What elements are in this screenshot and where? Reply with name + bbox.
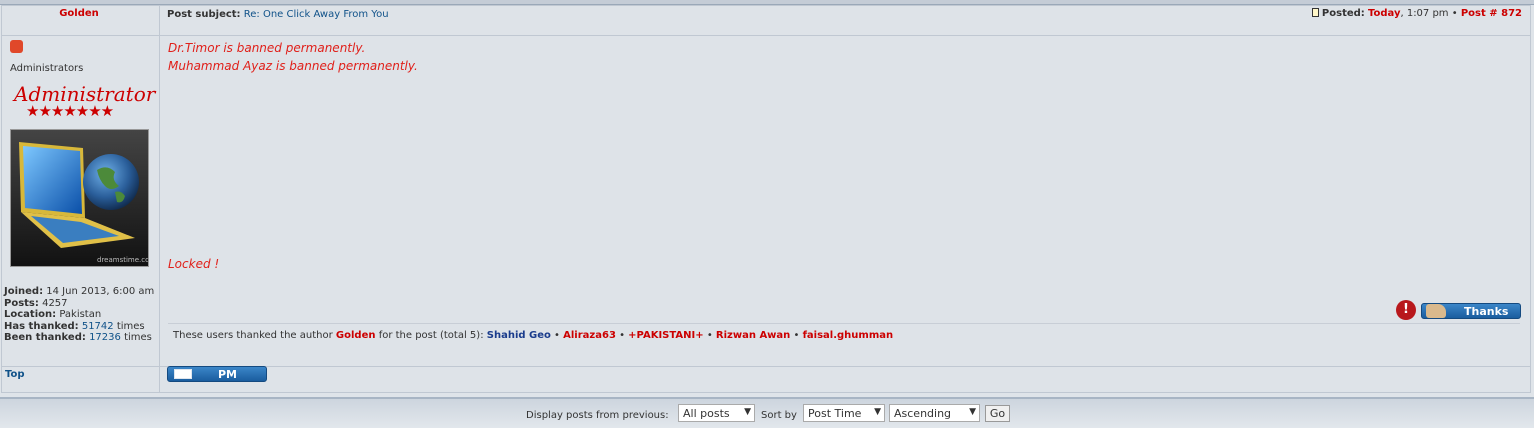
post-content-line: Dr.Timor is banned permanently. bbox=[168, 41, 366, 55]
been-thanked-link[interactable]: 17236 bbox=[89, 332, 121, 343]
posted-time: , 1:07 pm bbox=[1400, 8, 1449, 19]
report-post-icon[interactable]: ! bbox=[1396, 300, 1416, 320]
post-subject: Post subject: Re: One Click Away From Yo… bbox=[167, 9, 389, 20]
posts-row: Posts: 4257 bbox=[4, 297, 68, 309]
thanks-divider bbox=[168, 323, 1520, 324]
go-button[interactable]: Go bbox=[985, 405, 1010, 422]
post-author-name[interactable]: Golden bbox=[0, 8, 158, 19]
avatar-laptop-globe-image: dreamstime.com bbox=[11, 130, 149, 266]
profile-details: Joined: 14 Jun 2013, 6:00 am Posts: 4257… bbox=[4, 286, 159, 344]
thanker-link[interactable]: faisal.ghumman bbox=[803, 330, 894, 341]
envelope-icon bbox=[174, 369, 192, 379]
thanker-link[interactable]: Rizwan Awan bbox=[716, 330, 790, 341]
thanker-link[interactable]: Aliraza63 bbox=[563, 330, 616, 341]
thanked-users-list: These users thanked the author Golden fo… bbox=[173, 330, 894, 341]
thanker-link[interactable]: +PAKISTANI+ bbox=[628, 330, 703, 341]
post-meta: Posted: Today, 1:07 pm • Post # 872 bbox=[1311, 8, 1522, 19]
sort-by-label: Sort by bbox=[761, 410, 797, 421]
has-thanked-link[interactable]: 51742 bbox=[82, 321, 114, 332]
online-status-icon bbox=[10, 40, 23, 53]
thanks-button-label: Thanks bbox=[1464, 305, 1509, 318]
chevron-down-icon: ▼ bbox=[969, 407, 976, 417]
has-thanked-row: Has thanked: 51742 times bbox=[4, 320, 145, 332]
subject-link[interactable]: Re: One Click Away From You bbox=[244, 9, 389, 20]
posted-day: Today bbox=[1367, 8, 1401, 19]
bullet-sep: • bbox=[1451, 8, 1458, 19]
display-posts-select[interactable]: All posts ▼ bbox=[678, 404, 755, 422]
rank-stars: ★★★★★★★ bbox=[26, 102, 114, 120]
display-posts-label: Display posts from previous: bbox=[526, 410, 669, 421]
post-content-line: Locked ! bbox=[168, 257, 220, 271]
back-to-top-link[interactable]: Top bbox=[5, 369, 25, 380]
been-thanked-row: Been thanked: 17236 times bbox=[4, 332, 152, 343]
thumbs-up-icon bbox=[1426, 304, 1446, 318]
thanked-author-link[interactable]: Golden bbox=[336, 330, 376, 341]
chevron-down-icon: ▼ bbox=[744, 407, 751, 417]
sort-order-select[interactable]: Ascending ▼ bbox=[889, 404, 980, 422]
subject-label: Post subject: bbox=[167, 9, 241, 20]
pm-button-label: PM bbox=[218, 368, 238, 381]
avatar: dreamstime.com bbox=[10, 129, 149, 267]
joined-row: Joined: 14 Jun 2013, 6:00 am bbox=[4, 286, 155, 297]
post-icon[interactable] bbox=[1311, 8, 1319, 17]
location-row: Location: Pakistan bbox=[4, 309, 102, 320]
pm-button[interactable]: PM bbox=[167, 366, 267, 382]
post-content-line: Muhammad Ayaz is banned permanently. bbox=[168, 59, 418, 73]
thanks-button[interactable]: Thanks bbox=[1421, 303, 1521, 319]
avatar-watermark: dreamstime.com bbox=[97, 256, 149, 264]
thanker-link[interactable]: Shahid Geo bbox=[487, 330, 551, 341]
user-group: Administrators bbox=[10, 63, 84, 74]
rank-title: Administrator bbox=[14, 82, 156, 106]
post-number[interactable]: Post # 872 bbox=[1461, 8, 1522, 19]
posted-label: Posted: bbox=[1321, 8, 1365, 19]
chevron-down-icon: ▼ bbox=[874, 407, 881, 417]
sort-by-select[interactable]: Post Time ▼ bbox=[803, 404, 885, 422]
